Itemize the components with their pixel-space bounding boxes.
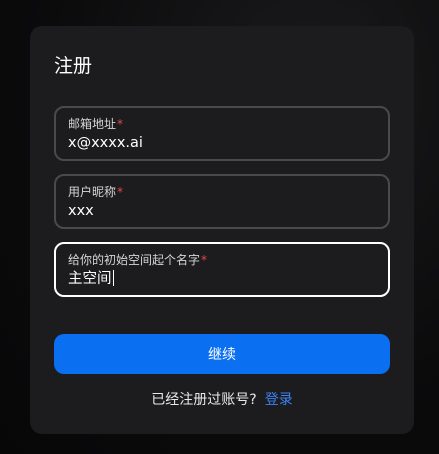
nickname-field[interactable]: 用户昵称* xxx xyxy=(54,174,390,229)
login-prompt-text: 已经注册过账号? xyxy=(151,392,257,408)
space-name-field-label: 给你的初始空间起个名字* xyxy=(68,253,208,267)
continue-button[interactable]: 继续 xyxy=(54,334,390,374)
text-caret xyxy=(112,270,114,286)
required-mark: * xyxy=(117,117,124,131)
email-field[interactable]: 邮箱地址* x@xxxx.ai xyxy=(54,106,390,161)
login-link[interactable]: 登录 xyxy=(265,392,293,408)
email-input[interactable]: x@xxxx.ai xyxy=(68,133,143,153)
required-mark: * xyxy=(201,253,208,267)
email-field-label: 邮箱地址* xyxy=(68,117,124,131)
nickname-field-label: 用户昵称* xyxy=(68,185,124,199)
page-title: 注册 xyxy=(54,55,93,77)
register-card: 注册 邮箱地址* x@xxxx.ai 用户昵称* xxx 给你的初始空间起个名字… xyxy=(30,26,414,434)
login-prompt: 已经注册过账号? 登录 xyxy=(30,390,414,410)
required-mark: * xyxy=(117,185,124,199)
space-name-input[interactable]: 主空间 xyxy=(68,268,114,287)
nickname-input[interactable]: xxx xyxy=(68,201,94,221)
space-name-field[interactable]: 给你的初始空间起个名字* 主空间 xyxy=(54,242,390,297)
